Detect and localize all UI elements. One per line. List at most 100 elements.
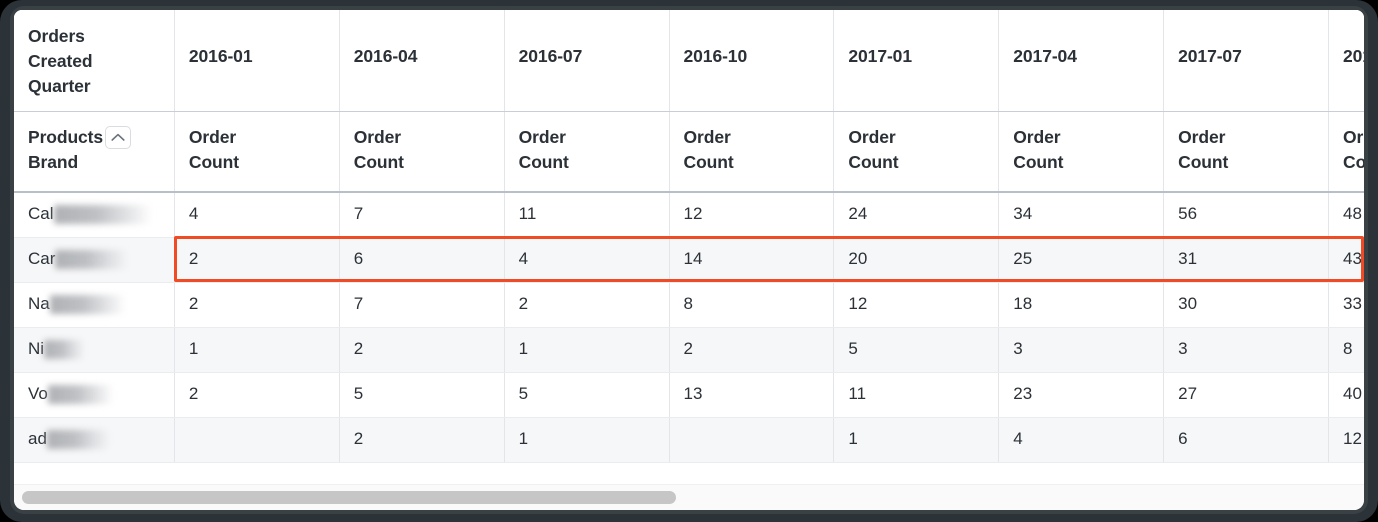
cell-order-count[interactable]: 18 (998, 282, 1165, 328)
cell-order-count[interactable]: 25 (998, 237, 1165, 283)
cell-order-count[interactable]: 4 (174, 192, 340, 238)
header-products-brand[interactable]: Products Brand (14, 111, 175, 193)
redacted-brand-name (53, 205, 150, 225)
table-header: Orders Created Quarter 2016-01 2016-04 201… (14, 10, 1364, 193)
cell-order-count[interactable]: 43 (1328, 237, 1364, 283)
header-quarter[interactable]: 2017-01 (833, 10, 1000, 112)
cell-order-count[interactable]: 8 (1328, 327, 1364, 373)
brand-dim-line-2: Brand (28, 152, 79, 172)
cell-order-count[interactable]: 11 (504, 192, 670, 238)
measure-line-1: Order (1343, 127, 1364, 147)
cell-order-count[interactable]: 48 (1328, 192, 1364, 238)
header-quarter[interactable]: 2016-01 (174, 10, 340, 112)
cell-order-count[interactable]: 5 (339, 372, 505, 418)
header-measure-order-count[interactable]: Order Count (504, 111, 670, 193)
header-row-measures: Products Brand Order Count Order Count O… (14, 111, 1364, 193)
brand-dim-line-1: Products (28, 127, 104, 147)
cell-products-brand[interactable]: Vo (14, 372, 175, 418)
cell-order-count[interactable]: 2 (339, 417, 505, 463)
table-row[interactable]: Car 2 6 4 14 20 25 31 43 (14, 237, 1364, 283)
table-row[interactable]: Cal 4 7 11 12 24 34 56 48 (14, 192, 1364, 238)
cell-order-count[interactable]: 2 (174, 372, 340, 418)
cell-order-count[interactable]: 14 (669, 237, 835, 283)
cell-order-count[interactable]: 12 (1328, 417, 1364, 463)
header-quarter[interactable]: 2017-07 (1163, 10, 1330, 112)
cell-order-count[interactable]: 7 (339, 192, 505, 238)
corner-line-2: Created (28, 51, 93, 71)
cell-order-count[interactable]: 31 (1163, 237, 1330, 283)
cell-order-count[interactable] (669, 417, 835, 463)
cell-order-count[interactable]: 3 (998, 327, 1165, 373)
cell-order-count[interactable]: 30 (1163, 282, 1330, 328)
table-row[interactable]: Na 2 7 2 8 12 18 30 33 (14, 282, 1364, 328)
cell-order-count[interactable]: 27 (1163, 372, 1330, 418)
header-measure-order-count[interactable]: Order Count (1328, 111, 1364, 193)
redacted-brand-name (47, 385, 112, 404)
corner-line-3: Quarter (28, 76, 91, 96)
cell-order-count[interactable]: 12 (669, 192, 835, 238)
cell-products-brand[interactable]: Car (14, 237, 175, 283)
cell-order-count[interactable]: 3 (1163, 327, 1330, 373)
header-quarter[interactable]: 2017-04 (998, 10, 1165, 112)
cell-order-count[interactable]: 6 (1163, 417, 1330, 463)
cell-order-count[interactable]: 34 (998, 192, 1165, 238)
cell-order-count[interactable]: 4 (504, 237, 670, 283)
corner-line-1: Orders (28, 26, 85, 46)
header-measure-order-count[interactable]: Order Count (174, 111, 340, 193)
header-quarter[interactable]: 2017-10 (1328, 10, 1364, 112)
measure-line-1: Order (848, 127, 896, 147)
cell-order-count[interactable]: 2 (339, 327, 505, 373)
cell-order-count[interactable]: 5 (504, 372, 670, 418)
header-measure-order-count[interactable]: Order Count (998, 111, 1165, 193)
cell-order-count[interactable]: 56 (1163, 192, 1330, 238)
cell-order-count[interactable]: 1 (504, 417, 670, 463)
header-measure-order-count[interactable]: Order Count (339, 111, 505, 193)
cell-products-brand[interactable]: Ni (14, 327, 175, 373)
table-row[interactable]: Vo 2 5 5 13 11 23 27 40 (14, 372, 1364, 418)
brand-visible-prefix: ad (28, 429, 47, 448)
header-quarter[interactable]: 2016-07 (504, 10, 670, 112)
cell-order-count[interactable]: 2 (669, 327, 835, 373)
cell-order-count[interactable]: 23 (998, 372, 1165, 418)
measure-line-1: Order (1013, 127, 1061, 147)
cell-order-count[interactable]: 13 (669, 372, 835, 418)
cell-order-count[interactable]: 4 (998, 417, 1165, 463)
cell-order-count[interactable]: 5 (833, 327, 1000, 373)
header-measure-order-count[interactable]: Order Count (833, 111, 1000, 193)
table-scroll-viewport[interactable]: Orders Created Quarter 2016-01 2016-04 201… (14, 10, 1364, 484)
horizontal-scrollbar[interactable] (14, 484, 1364, 510)
cell-order-count[interactable]: 11 (833, 372, 1000, 418)
cell-products-brand[interactable]: Cal (14, 192, 175, 238)
cell-order-count[interactable]: 7 (339, 282, 505, 328)
cell-order-count[interactable]: 33 (1328, 282, 1364, 328)
brand-visible-prefix: Ni (28, 339, 45, 358)
header-quarter[interactable]: 2016-10 (669, 10, 835, 112)
cell-products-brand[interactable]: Na (14, 282, 175, 328)
cell-order-count[interactable]: 1 (833, 417, 1000, 463)
cell-order-count[interactable]: 2 (174, 237, 340, 283)
header-measure-order-count[interactable]: Order Count (1163, 111, 1330, 193)
brand-visible-prefix: Na (28, 294, 50, 313)
cell-order-count[interactable]: 2 (504, 282, 670, 328)
cell-order-count[interactable] (174, 417, 340, 463)
header-measure-order-count[interactable]: Order Count (669, 111, 835, 193)
cell-order-count[interactable]: 1 (504, 327, 670, 373)
cell-order-count[interactable]: 6 (339, 237, 505, 283)
cell-order-count[interactable]: 2 (174, 282, 340, 328)
cell-order-count[interactable]: 40 (1328, 372, 1364, 418)
chevron-up-icon[interactable] (105, 126, 132, 149)
cell-order-count[interactable]: 1 (174, 327, 340, 373)
brand-visible-prefix: Cal (28, 204, 54, 224)
header-quarter[interactable]: 2016-04 (339, 10, 505, 112)
cell-products-brand[interactable]: ad (14, 417, 175, 463)
table-body: Cal 4 7 11 12 24 34 56 48 Car 2 6 4 14 20 25 31 43 Na 2 7 2 8 1… (14, 192, 1364, 463)
table-row[interactable]: Ni 1 2 1 2 5 3 3 8 (14, 327, 1364, 373)
cell-order-count[interactable]: 8 (669, 282, 835, 328)
horizontal-scrollbar-thumb[interactable] (22, 491, 676, 504)
cell-order-count[interactable]: 24 (833, 192, 1000, 238)
measure-line-2: Count (848, 152, 899, 172)
redacted-brand-name (46, 430, 109, 449)
cell-order-count[interactable]: 20 (833, 237, 1000, 283)
table-row[interactable]: ad 2 1 1 4 6 12 (14, 417, 1364, 463)
cell-order-count[interactable]: 12 (833, 282, 1000, 328)
